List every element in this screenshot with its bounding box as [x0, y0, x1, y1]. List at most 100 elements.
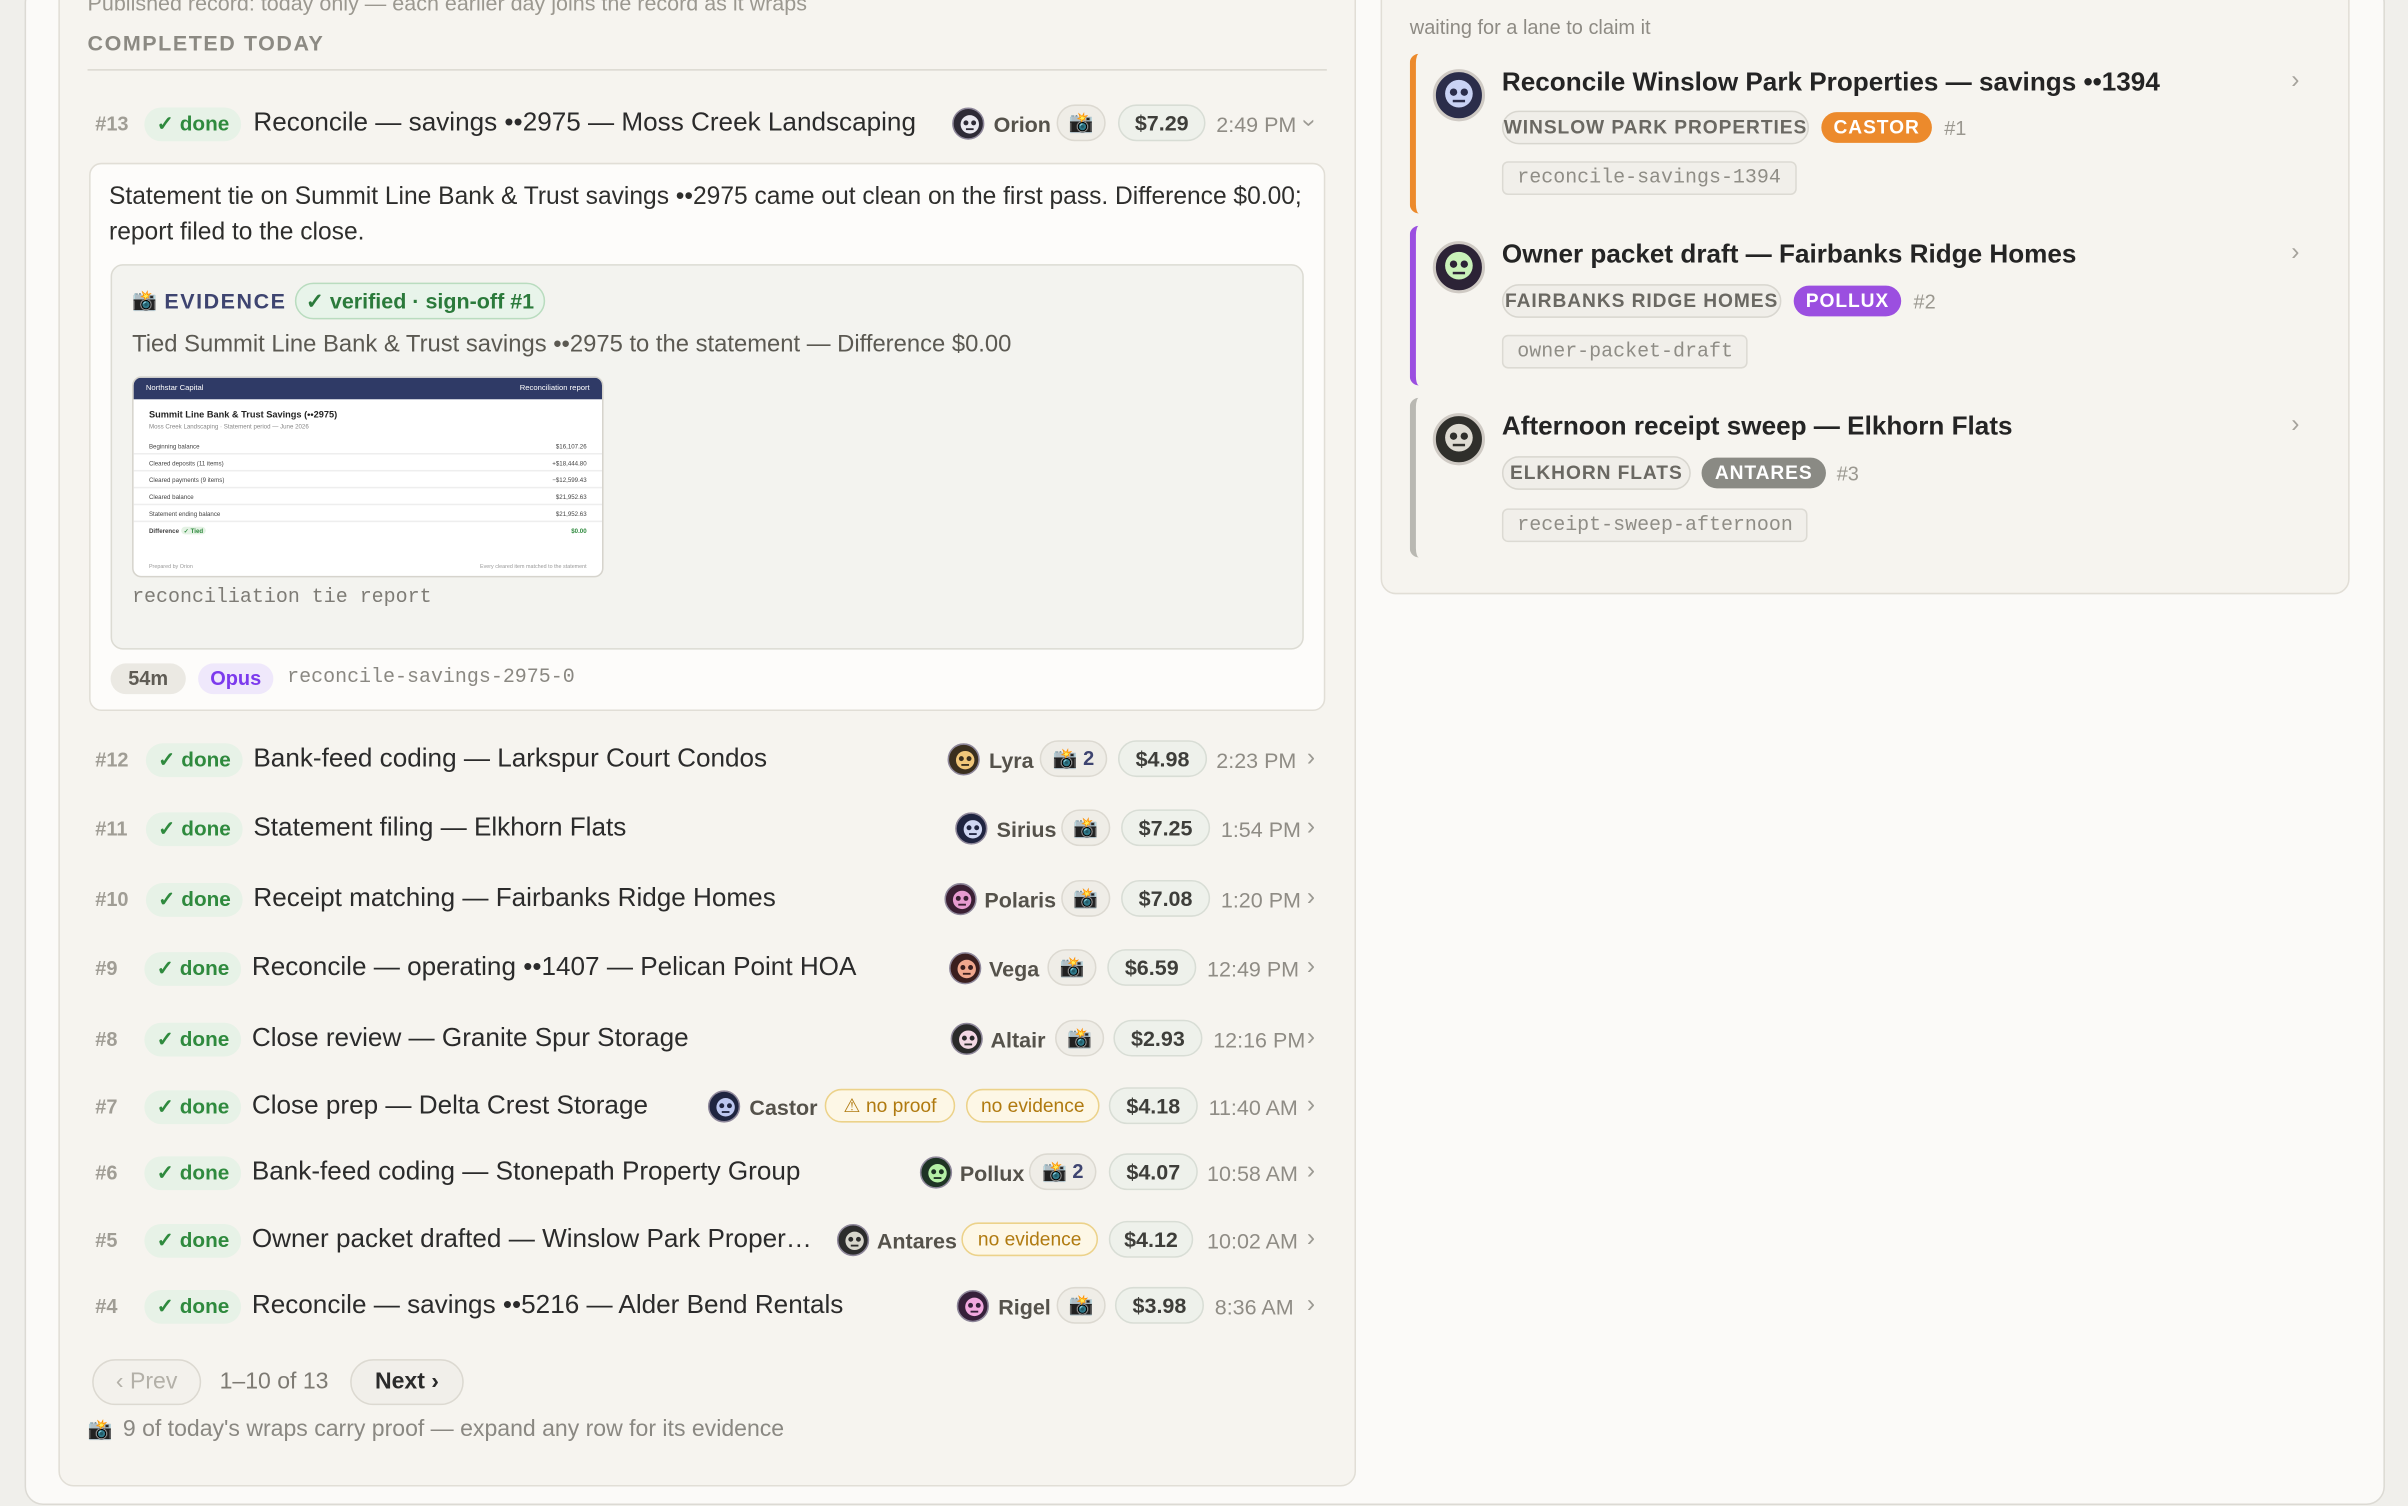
agent-name: Lyra: [988, 747, 1034, 773]
row-time: 12:49 PM: [1207, 956, 1300, 982]
thumb-row-difference: Difference ✓ Tied $0.00: [148, 526, 587, 535]
thumb-row: Cleared payments (9 items) −$12,599.43: [133, 471, 602, 489]
row-title: Close prep — Delta Crest Storage: [251, 1090, 648, 1120]
next-page-button[interactable]: Next ›: [350, 1359, 464, 1406]
record-note: Published record: today only — each earl…: [87, 0, 807, 16]
row-number: #9: [95, 956, 118, 980]
chevron-right-icon[interactable]: ›: [1307, 954, 1315, 982]
row-number: #4: [95, 1294, 118, 1318]
row-number: #6: [95, 1160, 118, 1185]
chevron-right-icon[interactable]: ›: [1307, 1225, 1315, 1253]
cost-chip: $2.93: [1113, 1019, 1203, 1057]
chevron-right-icon[interactable]: ›: [1307, 1092, 1315, 1120]
evidence-description: Tied Summit Line Bank & Trust savings ••…: [132, 331, 1012, 358]
page-range: 1–10 of 13: [219, 1368, 329, 1395]
queue-rank: #3: [1836, 462, 1859, 486]
chevron-right-icon[interactable]: ›: [1307, 745, 1315, 773]
evidence-thumbnail[interactable]: Northstar Capital Reconciliation report S…: [132, 376, 604, 578]
thumb-prepared: Prepared by Orion: [148, 563, 193, 570]
row-title: Owner packet drafted — Winslow Park Prop…: [251, 1223, 812, 1254]
proof-chip[interactable]: 📸: [1055, 1019, 1105, 1057]
status-badge: ✓ done: [144, 1022, 242, 1057]
chevron-right-icon[interactable]: ›: [1307, 1292, 1315, 1320]
proof-chip[interactable]: 📸: [1061, 809, 1111, 847]
status-badge: ✓ done: [144, 107, 242, 142]
proof-chip[interactable]: 📸: [1047, 949, 1097, 986]
row-time: 2:49 PM: [1216, 112, 1297, 137]
proof-chip[interactable]: 📸: [1061, 879, 1111, 917]
queue-subtitle: waiting for a lane to claim it: [1409, 15, 1651, 39]
lane-badge: CASTOR: [1821, 112, 1932, 143]
thumb-row: Statement ending balance $21,952.63: [133, 505, 602, 523]
row-time: 8:36 AM: [1214, 1294, 1294, 1320]
chevron-right-icon[interactable]: ›: [1307, 1024, 1315, 1052]
agent-avatar: [950, 1022, 983, 1056]
thumb-heading: Summit Line Bank & Trust Savings (••2975…: [148, 411, 338, 421]
chevron-right-icon[interactable]: ›: [2291, 68, 2299, 96]
thumb-firm: Northstar Capital: [145, 383, 204, 394]
camera-icon: 📸: [132, 288, 157, 312]
prev-page-button[interactable]: ‹ Prev: [92, 1359, 202, 1406]
evidence-caption: reconciliation tie report: [132, 585, 432, 609]
thumb-doc: Reconciliation report: [519, 383, 590, 394]
chevron-right-icon[interactable]: ›: [1307, 885, 1315, 913]
row-time: 1:54 PM: [1220, 816, 1301, 842]
agent-avatar: [836, 1223, 870, 1257]
lane-avatar: [1432, 413, 1486, 466]
row-title: Bank-feed coding — Stonepath Property Gr…: [251, 1156, 801, 1186]
row-title: Statement filing — Elkhorn Flats: [253, 812, 627, 842]
canvas: Published record: today only — each earl…: [0, 0, 2408, 1506]
agent-name: Antares: [876, 1228, 957, 1254]
chevron-right-icon[interactable]: ›: [2291, 240, 2299, 268]
status-badge: ✓ done: [144, 1289, 242, 1324]
task-slug: owner-packet-draft: [1501, 334, 1749, 369]
agent-avatar: [919, 1156, 953, 1189]
status-badge: ✓ done: [144, 1156, 242, 1191]
row-number: #11: [95, 816, 128, 841]
row-number: #8: [95, 1027, 118, 1051]
status-badge: ✓ done: [145, 743, 244, 778]
chevron-down-icon[interactable]: ›: [1294, 119, 1322, 127]
cost-chip: $3.98: [1114, 1286, 1204, 1324]
chevron-right-icon[interactable]: ›: [1307, 1158, 1315, 1186]
cost-chip: $7.08: [1121, 879, 1211, 917]
task-slug: receipt-sweep-afternoon: [1501, 508, 1809, 543]
task-slug: reconcile-savings-1394: [1501, 161, 1797, 196]
row-title: Reconcile — savings ••5216 — Alder Bend …: [251, 1289, 844, 1320]
status-badge: ✓ done: [144, 1090, 242, 1125]
agent-avatar: [949, 952, 982, 985]
proof-chip[interactable]: 📸 2: [1039, 740, 1108, 778]
thumb-row: Cleared deposits (11 items) +$18,444.80: [133, 455, 602, 472]
cost-chip: $4.12: [1108, 1220, 1194, 1258]
queue-item-title: Afternoon receipt sweep — Elkhorn Flats: [1501, 411, 2013, 441]
proof-chip[interactable]: 📸: [1056, 104, 1106, 142]
proof-summary: 9 of today's wraps carry proof — expand …: [122, 1415, 785, 1443]
chevron-right-icon[interactable]: ›: [1307, 814, 1315, 842]
proof-chip[interactable]: 📸: [1056, 1286, 1106, 1324]
status-badge: ✓ done: [145, 812, 244, 847]
duration-chip: 54m: [110, 663, 186, 695]
agent-avatar: [944, 883, 977, 916]
queue-rank: #1: [1944, 116, 1967, 140]
cost-chip: $4.18: [1108, 1087, 1198, 1125]
cost-chip: $4.98: [1117, 740, 1208, 778]
chevron-right-icon[interactable]: ›: [2291, 412, 2299, 440]
row-number: #7: [95, 1094, 118, 1118]
cost-chip: $7.25: [1121, 809, 1211, 847]
section-title: COMPLETED TODAY: [87, 30, 325, 56]
agent-name: Castor: [749, 1094, 818, 1120]
row-title: Receipt matching — Fairbanks Ridge Homes: [253, 883, 776, 913]
agent-name: Altair: [990, 1027, 1046, 1052]
no-proof-badge: ⚠ no proof: [824, 1088, 956, 1123]
no-evidence-badge: no evidence: [961, 1222, 1099, 1257]
status-badge: ✓ done: [144, 952, 242, 986]
agent-name: Polaris: [984, 887, 1057, 913]
proof-chip[interactable]: 📸 2: [1028, 1153, 1097, 1191]
status-badge: ✓ done: [145, 883, 244, 917]
row-time: 1:20 PM: [1220, 887, 1301, 913]
row-time: 11:40 AM: [1208, 1094, 1298, 1120]
agent-name: Orion: [993, 112, 1051, 137]
row-title: Reconcile — savings ••2975 — Moss Creek …: [253, 107, 916, 137]
client-tag: FAIRBANKS RIDGE HOMES: [1501, 284, 1782, 318]
queue-item-title: Owner packet draft — Fairbanks Ridge Hom…: [1501, 239, 2077, 269]
